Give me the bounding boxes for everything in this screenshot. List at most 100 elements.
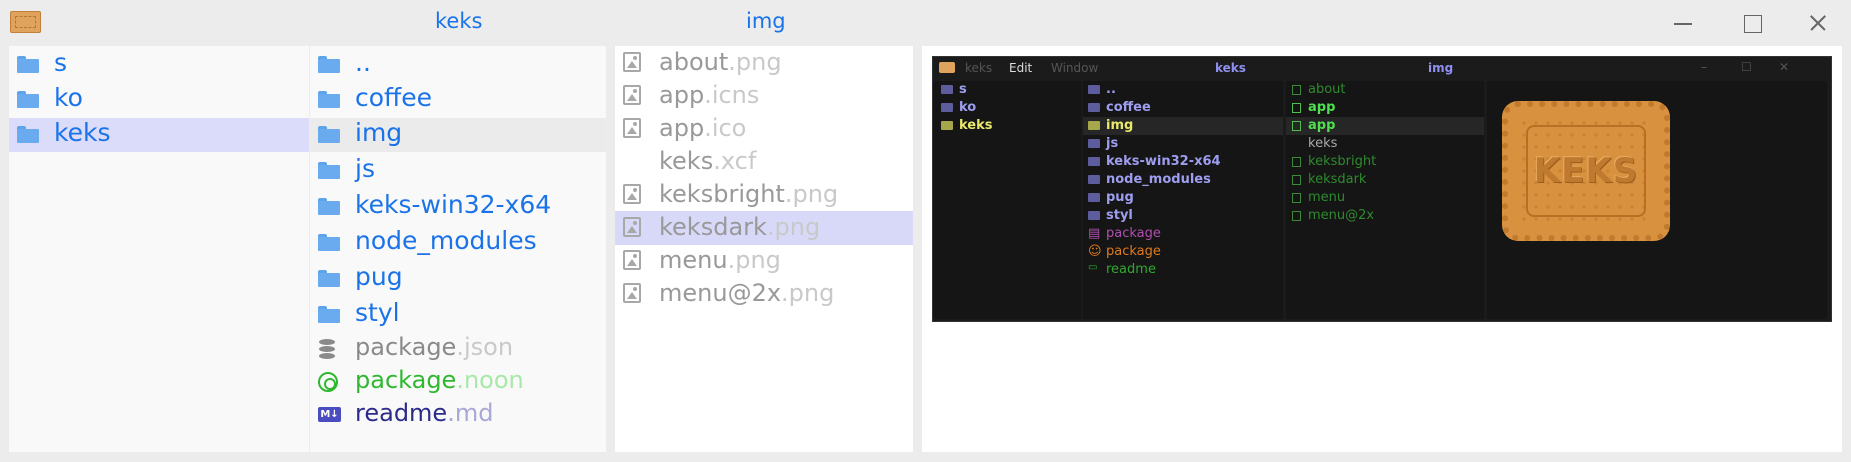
list-item-styl[interactable]: styl bbox=[310, 298, 606, 332]
preview-item: keksdark bbox=[1286, 171, 1484, 189]
item-label: about.png bbox=[659, 48, 782, 76]
item-label: s bbox=[54, 48, 68, 77]
preview-item: js bbox=[1083, 135, 1283, 153]
preview-app-name: keks bbox=[965, 61, 993, 75]
folder-icon bbox=[318, 126, 340, 143]
image-preview-panel: keks Edit Window keks img – ☐ ✕ s ko kek… bbox=[922, 46, 1842, 452]
folder-icon bbox=[318, 162, 340, 179]
maximize-button[interactable] bbox=[1736, 9, 1766, 37]
preview-item: keks-win32-x64 bbox=[1083, 153, 1283, 171]
preview-item: ▭ readme bbox=[1088, 262, 1156, 277]
item-label: node_modules bbox=[355, 226, 537, 255]
list-item-about[interactable]: about.png bbox=[615, 46, 913, 80]
browser-column-img: about.png app.icns app.ico keks.xcf keks… bbox=[615, 46, 913, 452]
preview-item: pug bbox=[1083, 189, 1283, 207]
preview-maximize-icon: ☐ bbox=[1741, 60, 1752, 74]
item-label: app.icns bbox=[659, 81, 760, 109]
preview-item: .. bbox=[1083, 81, 1283, 99]
minimize-button[interactable] bbox=[1668, 9, 1698, 37]
preview-column-2: .. coffee img js keks-win32-x64 node_mod… bbox=[1083, 81, 1283, 319]
preview-item: ▤ package bbox=[1088, 226, 1161, 241]
image-file-icon bbox=[623, 217, 641, 237]
folder-icon bbox=[318, 270, 340, 287]
list-item-node-modules[interactable]: node_modules bbox=[310, 226, 606, 260]
folder-icon bbox=[318, 234, 340, 251]
item-label: menu.png bbox=[659, 246, 781, 274]
list-item-readme[interactable]: M↓ readme.md bbox=[310, 398, 606, 432]
folder-icon bbox=[318, 198, 340, 215]
preview-title-bar: keks Edit Window keks img – ☐ ✕ bbox=[933, 57, 1831, 79]
preview-item: app bbox=[1286, 117, 1484, 135]
list-item-keks-win32-x64[interactable]: keks-win32-x64 bbox=[310, 190, 606, 224]
list-item-parent[interactable]: .. bbox=[310, 48, 606, 82]
preview-item: styl bbox=[1083, 207, 1283, 225]
item-label: keks-win32-x64 bbox=[355, 190, 552, 219]
list-item-keks-xcf[interactable]: keks.xcf bbox=[615, 145, 913, 179]
list-item-pug[interactable]: pug bbox=[310, 262, 606, 296]
item-label: img bbox=[355, 118, 403, 147]
preview-app-icon bbox=[939, 62, 955, 73]
list-item-js[interactable]: js bbox=[310, 154, 606, 188]
preview-item: img bbox=[1083, 117, 1283, 135]
list-item-ko[interactable]: ko bbox=[9, 83, 309, 117]
item-label: keksbright.png bbox=[659, 180, 839, 208]
list-item-app-ico[interactable]: app.ico bbox=[615, 112, 913, 146]
item-label: menu@2x.png bbox=[659, 279, 835, 307]
preview-column-4: KEKS bbox=[1487, 81, 1827, 319]
item-label: package.json bbox=[355, 333, 514, 361]
preview-item: node_modules bbox=[1083, 171, 1283, 189]
preview-item: coffee bbox=[1083, 99, 1283, 117]
preview-image[interactable]: keks Edit Window keks img – ☐ ✕ s ko kek… bbox=[932, 56, 1832, 322]
preview-crumb-img: img bbox=[1428, 61, 1454, 75]
preview-column-3: about app app keks keksbright keksdark m… bbox=[1286, 81, 1484, 319]
breadcrumb-keks[interactable]: keks bbox=[435, 9, 482, 33]
close-button[interactable] bbox=[1803, 9, 1833, 37]
preview-item: keks bbox=[1308, 136, 1338, 151]
item-label: package.noon bbox=[355, 366, 524, 394]
list-item-app-icns[interactable]: app.icns bbox=[615, 79, 913, 113]
list-item-keksdark[interactable]: keksdark.png bbox=[615, 211, 913, 245]
image-file-icon bbox=[623, 85, 641, 105]
item-label: ko bbox=[54, 83, 83, 112]
app-icon[interactable] bbox=[10, 11, 41, 33]
item-label: readme.md bbox=[355, 399, 494, 427]
folder-icon bbox=[318, 306, 340, 323]
preview-item: app bbox=[1286, 99, 1484, 117]
folder-icon bbox=[318, 56, 340, 73]
list-item-keks[interactable]: keks bbox=[9, 118, 309, 152]
folder-icon bbox=[318, 91, 340, 108]
list-item-coffee[interactable]: coffee bbox=[310, 83, 606, 117]
image-file-icon bbox=[623, 184, 641, 204]
preview-menu-edit: Edit bbox=[1009, 61, 1033, 75]
image-file-icon bbox=[623, 283, 641, 303]
smiley-icon bbox=[318, 372, 338, 392]
preview-item: ko bbox=[933, 99, 1081, 117]
item-label: pug bbox=[355, 262, 403, 291]
list-item-keksbright[interactable]: keksbright.png bbox=[615, 178, 913, 212]
list-item-menu-2x[interactable]: menu@2x.png bbox=[615, 277, 913, 311]
markdown-icon: M↓ bbox=[318, 407, 341, 422]
title-bar: keks img bbox=[0, 0, 1851, 44]
list-item-package-json[interactable]: package.json bbox=[310, 332, 606, 366]
preview-item: s bbox=[933, 81, 1081, 99]
list-item-img[interactable]: img bbox=[310, 118, 606, 152]
biscuit-lettering: KEKS bbox=[1533, 151, 1639, 191]
image-file-icon bbox=[623, 52, 641, 72]
item-label: keksdark.png bbox=[659, 213, 821, 241]
image-file-icon bbox=[623, 250, 641, 270]
preview-close-icon: ✕ bbox=[1779, 60, 1790, 74]
preview-item: about bbox=[1286, 81, 1484, 99]
breadcrumb-img[interactable]: img bbox=[746, 9, 786, 33]
preview-column-1: s ko keks bbox=[933, 81, 1081, 319]
preview-minimize-icon: – bbox=[1701, 60, 1707, 74]
item-label: .. bbox=[355, 48, 371, 77]
folder-icon bbox=[17, 91, 39, 108]
list-item-menu[interactable]: menu.png bbox=[615, 244, 913, 278]
item-label: js bbox=[355, 154, 375, 183]
browser-column-keks: .. coffee img js keks-win32-x64 node_mod… bbox=[310, 46, 606, 452]
item-label: keks bbox=[54, 118, 111, 147]
folder-icon bbox=[17, 56, 39, 73]
preview-item: keksbright bbox=[1286, 153, 1484, 171]
list-item-s[interactable]: s bbox=[9, 48, 309, 82]
list-item-package-noon[interactable]: package.noon bbox=[310, 365, 606, 399]
